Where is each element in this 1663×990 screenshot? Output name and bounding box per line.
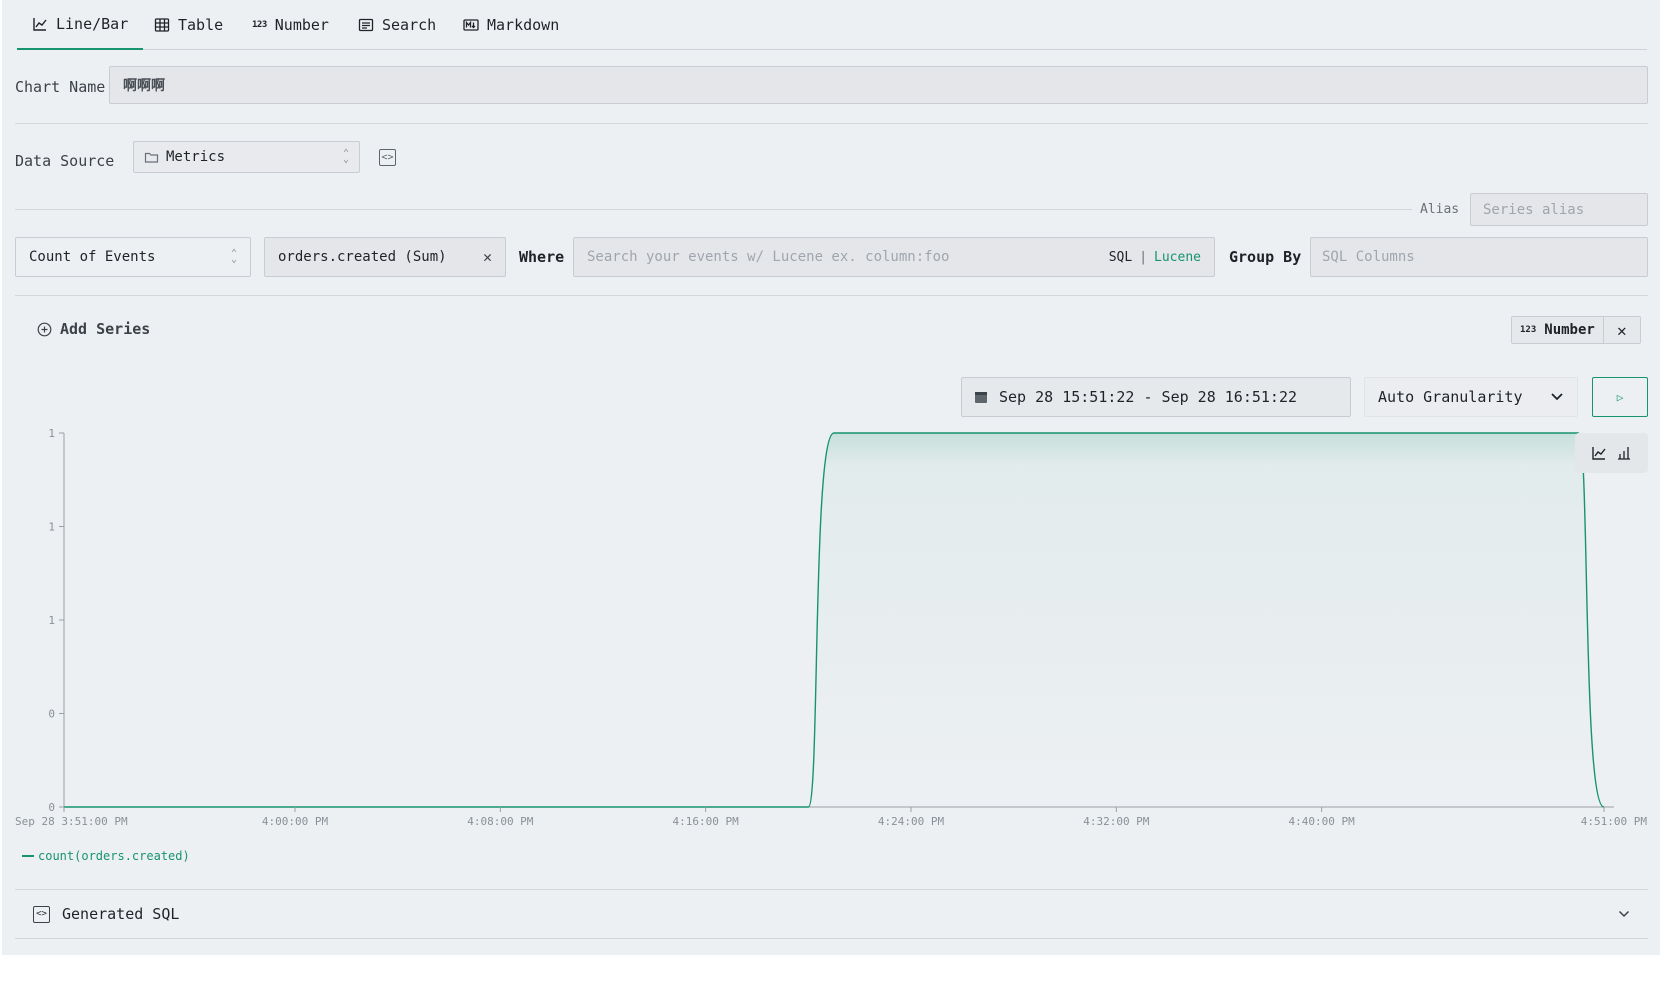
line-chart-icon[interactable]	[1591, 445, 1607, 461]
x-tick-label: Sep 28 3:51:00 PM	[15, 815, 128, 828]
y-tick-label: 1	[48, 427, 55, 440]
chart-editor-panel: Line/Bar Table 123 Number Search Markdow…	[2, 0, 1660, 955]
series-area-fill	[64, 433, 1604, 807]
x-tick-label: 4:32:00 PM	[1083, 815, 1150, 828]
x-tick-label: 4:00:00 PM	[262, 815, 329, 828]
chevron-down-icon	[1618, 910, 1630, 918]
x-tick-label: 4:16:00 PM	[673, 815, 740, 828]
legend-swatch	[22, 855, 34, 857]
y-tick-label: 0	[48, 801, 55, 814]
generated-sql-label: Generated SQL	[62, 905, 180, 923]
chart-legend: count(orders.created)	[22, 849, 190, 863]
y-tick-label: 0	[48, 708, 55, 721]
chart-area	[63, 432, 1605, 808]
generated-sql-accordion[interactable]: <> Generated SQL	[15, 890, 1648, 938]
y-tick-label: 1	[48, 521, 55, 534]
y-tick-label: 1	[48, 614, 55, 627]
divider	[15, 938, 1648, 939]
legend-series-name: count(orders.created)	[38, 849, 190, 863]
x-tick-label: 4:08:00 PM	[467, 815, 534, 828]
chart-plot: 11100Sep 28 3:51:00 PM 4:00:00 PM 4:08:00 …	[15, 427, 1648, 828]
app-root: Line/Bar Table 123 Number Search Markdow…	[0, 0, 1663, 990]
x-tick-label: 4:24:00 PM	[878, 815, 945, 828]
chart-display-toggle	[1575, 433, 1648, 473]
x-tick-label: 4:51:00 PM	[1581, 815, 1648, 828]
bar-chart-icon[interactable]	[1616, 445, 1632, 461]
code-icon: <>	[33, 905, 50, 923]
x-tick-label: 4:40:00 PM	[1289, 815, 1356, 828]
